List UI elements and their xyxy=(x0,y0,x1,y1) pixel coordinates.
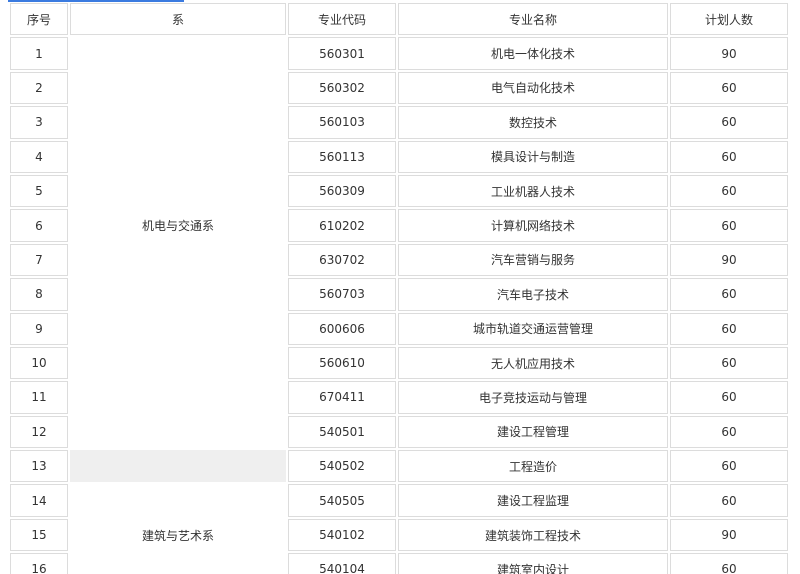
cell-index: 8 xyxy=(10,278,68,311)
cell-code: 600606 xyxy=(288,312,396,345)
cell-quota: 60 xyxy=(670,209,788,242)
cell-name: 建筑装饰工程技术 xyxy=(398,518,668,552)
cell-index: 5 xyxy=(10,174,68,208)
table-row: 13 540502 工程造价 60 xyxy=(10,450,788,483)
cell-quota: 60 xyxy=(670,553,788,574)
cell-quota: 60 xyxy=(670,140,788,173)
cell-index: 12 xyxy=(10,415,68,449)
cell-quota: 60 xyxy=(670,278,788,311)
cell-code: 560103 xyxy=(288,106,396,139)
cell-index: 11 xyxy=(10,381,68,414)
cell-code: 560703 xyxy=(288,278,396,311)
header-code: 专业代码 xyxy=(288,3,396,36)
cell-name: 建设工程管理 xyxy=(398,415,668,449)
cell-index: 10 xyxy=(10,346,68,380)
cell-code: 540502 xyxy=(288,450,396,483)
cell-code: 560301 xyxy=(288,37,396,70)
cell-quota: 90 xyxy=(670,518,788,552)
cell-name: 工业机器人技术 xyxy=(398,174,668,208)
cell-code: 560309 xyxy=(288,174,396,208)
cell-department-empty xyxy=(70,415,286,449)
page: 序号 系 专业代码 专业名称 计划人数 1 机电与交通系 560301 机电一体… xyxy=(0,0,800,574)
cell-name: 电子竞技运动与管理 xyxy=(398,381,668,414)
cell-name: 电气自动化技术 xyxy=(398,71,668,105)
table-row: 14 建筑与艺术系 540505 建设工程监理 60 xyxy=(10,484,788,574)
cell-code: 540104 xyxy=(288,553,396,574)
enrollment-plan-table: 序号 系 专业代码 专业名称 计划人数 1 机电与交通系 560301 机电一体… xyxy=(8,1,790,574)
cell-index: 14 xyxy=(10,484,68,517)
cell-quota: 60 xyxy=(670,484,788,517)
cell-name: 机电一体化技术 xyxy=(398,37,668,70)
header-quota: 计划人数 xyxy=(670,3,788,36)
cell-index: 7 xyxy=(10,243,68,277)
header-name: 专业名称 xyxy=(398,3,668,36)
table-header-row: 序号 系 专业代码 专业名称 计划人数 xyxy=(10,3,788,36)
cell-name: 城市轨道交通运营管理 xyxy=(398,312,668,345)
cell-quota: 60 xyxy=(670,312,788,345)
cell-index: 15 xyxy=(10,518,68,552)
cell-quota: 60 xyxy=(670,415,788,449)
cell-index: 13 xyxy=(10,450,68,483)
table-row: 12 540501 建设工程管理 60 xyxy=(10,415,788,449)
cell-index: 1 xyxy=(10,37,68,70)
cell-quota: 90 xyxy=(670,37,788,70)
header-department: 系 xyxy=(70,3,286,36)
cell-name: 建设工程监理 xyxy=(398,484,668,517)
cell-quota: 60 xyxy=(670,346,788,380)
cell-name: 工程造价 xyxy=(398,450,668,483)
cell-department-gap xyxy=(70,450,286,483)
cell-index: 16 xyxy=(10,553,68,574)
cell-department: 建筑与艺术系 xyxy=(70,484,286,574)
cell-name: 无人机应用技术 xyxy=(398,346,668,380)
header-index: 序号 xyxy=(10,3,68,36)
cell-code: 540102 xyxy=(288,518,396,552)
cell-quota: 60 xyxy=(670,71,788,105)
cell-code: 670411 xyxy=(288,381,396,414)
cell-index: 2 xyxy=(10,71,68,105)
cell-name: 汽车营销与服务 xyxy=(398,243,668,277)
cell-name: 计算机网络技术 xyxy=(398,209,668,242)
cell-index: 4 xyxy=(10,140,68,173)
cell-name: 模具设计与制造 xyxy=(398,140,668,173)
cell-code: 610202 xyxy=(288,209,396,242)
cell-code: 560113 xyxy=(288,140,396,173)
cell-index: 3 xyxy=(10,106,68,139)
cell-quota: 60 xyxy=(670,174,788,208)
cell-quota: 90 xyxy=(670,243,788,277)
cell-code: 540501 xyxy=(288,415,396,449)
cell-index: 9 xyxy=(10,312,68,345)
cell-quota: 60 xyxy=(670,450,788,483)
cell-code: 630702 xyxy=(288,243,396,277)
cell-name: 数控技术 xyxy=(398,106,668,139)
cell-code: 560302 xyxy=(288,71,396,105)
cell-name: 汽车电子技术 xyxy=(398,278,668,311)
cell-code: 540505 xyxy=(288,484,396,517)
cell-code: 560610 xyxy=(288,346,396,380)
table-row: 1 机电与交通系 560301 机电一体化技术 90 xyxy=(10,37,788,414)
cell-quota: 60 xyxy=(670,106,788,139)
cell-quota: 60 xyxy=(670,381,788,414)
cell-name: 建筑室内设计 xyxy=(398,553,668,574)
cell-index: 6 xyxy=(10,209,68,242)
cell-department: 机电与交通系 xyxy=(70,37,286,414)
